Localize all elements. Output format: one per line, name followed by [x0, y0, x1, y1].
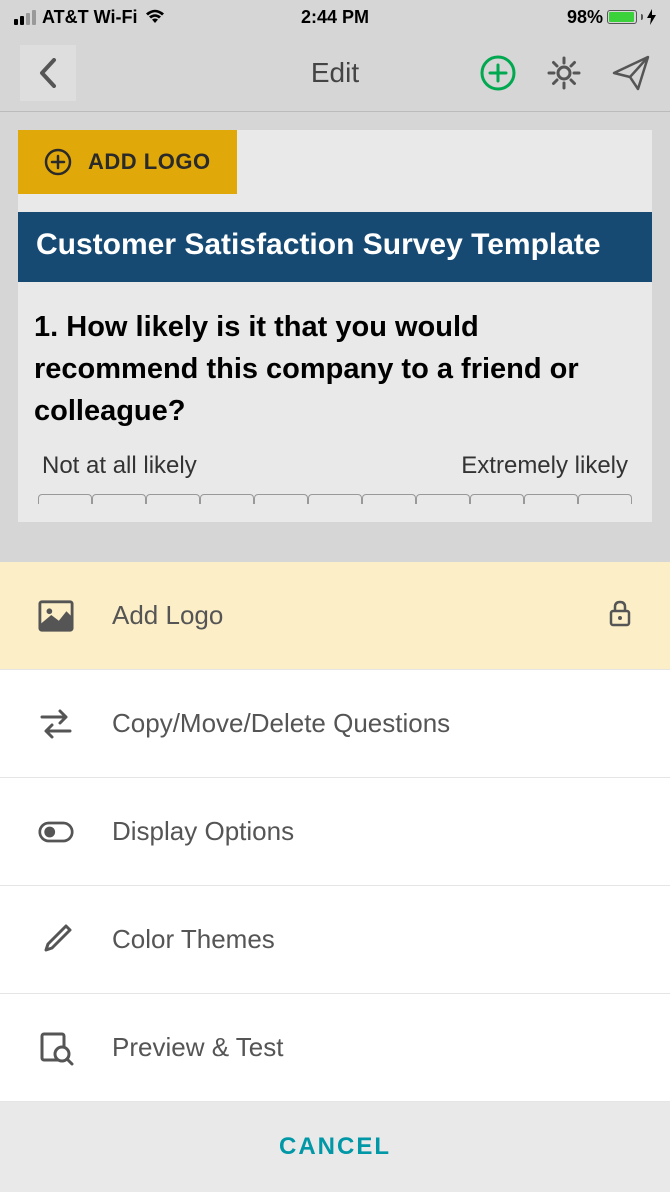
cancel-button[interactable]: CANCEL [0, 1102, 670, 1192]
settings-button[interactable] [546, 55, 582, 91]
scale-low-label: Not at all likely [42, 452, 197, 480]
scale-cell[interactable] [38, 494, 92, 504]
menu-label: Preview & Test [112, 1032, 632, 1063]
menu-item-preview-test[interactable]: Preview & Test [0, 994, 670, 1102]
send-button[interactable] [612, 55, 650, 91]
menu-label: Color Themes [112, 924, 632, 955]
gear-icon [546, 55, 582, 91]
toggle-icon [38, 820, 74, 844]
add-button[interactable] [480, 55, 516, 91]
status-bar: AT&T Wi-Fi 2:44 PM 98% [0, 0, 670, 34]
scale-cell[interactable] [308, 494, 362, 504]
signal-icon [14, 10, 36, 25]
menu-item-add-logo[interactable]: Add Logo [0, 562, 670, 670]
add-logo-label: ADD LOGO [88, 149, 211, 175]
menu-item-display-options[interactable]: Display Options [0, 778, 670, 886]
action-sheet: Add Logo Copy/Move/Delete Questions Dis [0, 562, 670, 1192]
menu-item-copy-move-delete[interactable]: Copy/Move/Delete Questions [0, 670, 670, 778]
charging-icon [647, 9, 656, 25]
scale-cell[interactable] [362, 494, 416, 504]
menu-label: Display Options [112, 816, 632, 847]
plus-circle-icon [44, 148, 72, 176]
page-title: Edit [311, 57, 359, 89]
scale-cell[interactable] [416, 494, 470, 504]
menu-label: Copy/Move/Delete Questions [112, 708, 632, 739]
survey-container: ADD LOGO Customer Satisfaction Survey Te… [0, 112, 670, 540]
question-block[interactable]: 1. How likely is it that you would recom… [18, 282, 652, 522]
preview-icon [38, 1030, 74, 1066]
scale-cell[interactable] [254, 494, 308, 504]
chevron-left-icon [39, 58, 57, 88]
header: Edit [0, 34, 670, 112]
brush-icon [38, 922, 74, 958]
battery-percent-label: 98% [567, 7, 603, 28]
status-left: AT&T Wi-Fi [14, 7, 165, 28]
add-logo-button[interactable]: ADD LOGO [18, 130, 237, 194]
lock-icon [608, 599, 632, 627]
menu-item-color-themes[interactable]: Color Themes [0, 886, 670, 994]
scale-cell[interactable] [146, 494, 200, 504]
survey-card: ADD LOGO Customer Satisfaction Survey Te… [18, 130, 652, 522]
scale-cell[interactable] [200, 494, 254, 504]
scale-cell[interactable] [470, 494, 524, 504]
survey-title[interactable]: Customer Satisfaction Survey Template [18, 212, 652, 282]
scale-high-label: Extremely likely [461, 452, 628, 480]
paper-plane-icon [612, 55, 650, 91]
scale-row [34, 494, 636, 504]
swap-icon [38, 707, 74, 741]
scale-cell[interactable] [92, 494, 146, 504]
cancel-label: CANCEL [279, 1133, 391, 1161]
scale-cell[interactable] [524, 494, 578, 504]
time-label: 2:44 PM [301, 7, 369, 28]
plus-circle-icon [480, 55, 516, 91]
question-text: 1. How likely is it that you would recom… [34, 306, 636, 432]
scale-labels: Not at all likely Extremely likely [34, 452, 636, 480]
menu-label: Add Logo [112, 600, 570, 631]
scale-cell[interactable] [578, 494, 632, 504]
status-right: 98% [567, 7, 656, 28]
battery-icon [607, 10, 637, 24]
wifi-icon [145, 9, 165, 25]
carrier-label: AT&T Wi-Fi [42, 7, 137, 28]
back-button[interactable] [20, 45, 76, 101]
image-icon [38, 599, 74, 633]
